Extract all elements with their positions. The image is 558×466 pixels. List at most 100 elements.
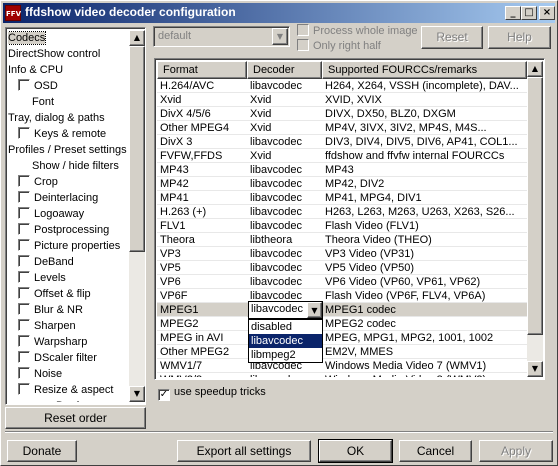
tree-item-checkbox[interactable]: [18, 127, 30, 139]
tree-item[interactable]: Picture properties: [18, 238, 120, 254]
reset-order-button[interactable]: Reset order: [5, 407, 146, 429]
column-header-format[interactable]: Format: [157, 61, 247, 79]
table-row[interactable]: FLV1 libavcodec Flash Video (FLV1): [157, 219, 527, 233]
tree-item-checkbox[interactable]: [18, 367, 30, 379]
tree-item-checkbox[interactable]: [18, 175, 30, 187]
table-row[interactable]: FVFW,FFDS Xvid ffdshow and ffvfw internal …: [157, 149, 527, 163]
tree-item[interactable]: Offset & flip: [18, 286, 91, 302]
only-right-half-box[interactable]: [297, 39, 309, 51]
tree-item-checkbox[interactable]: [18, 351, 30, 363]
table-row[interactable]: Xvid Xvid XVID, XVIX: [157, 93, 527, 107]
decoder-option[interactable]: libmpeg2: [249, 348, 322, 362]
tree-item[interactable]: DirectShow control: [8, 46, 100, 62]
table-row[interactable]: VP5 libavcodec VP5 Video (VP50): [157, 261, 527, 275]
chevron-down-icon[interactable]: ▼: [272, 28, 288, 45]
table-row[interactable]: MPEG2libavcodecMPEG2 codec: [157, 317, 527, 331]
decoder-option[interactable]: libavcodec: [249, 334, 322, 348]
tree-scroll-down-button[interactable]: ▼: [129, 386, 145, 402]
tree-scroll-thumb[interactable]: [129, 46, 145, 252]
table-row[interactable]: DivX 3 libavcodec DIV3, DIV4, DIV5, DIV6, …: [157, 135, 527, 149]
table-row[interactable]: DivX 4/5/6 Xvid DIVX, DX50, BLZ0, DXGM: [157, 107, 527, 121]
tree-scrollbar[interactable]: ▲ ▼: [129, 30, 145, 402]
only-right-half-checkbox[interactable]: Only right half: [297, 39, 381, 52]
table-row[interactable]: H.263 (+) libavcodec H263, L263, M263, U26…: [157, 205, 527, 219]
tree-item[interactable]: Codecs: [8, 30, 47, 46]
tree-item[interactable]: Crop: [18, 174, 58, 190]
tree-item-checkbox[interactable]: [18, 191, 30, 203]
apply-button[interactable]: Apply: [479, 440, 553, 462]
tree-item[interactable]: Levels: [18, 270, 66, 286]
tree-item[interactable]: Noise: [18, 366, 62, 382]
cancel-button[interactable]: Cancel: [399, 440, 472, 462]
tree-item[interactable]: Sharpen: [18, 318, 76, 334]
tree-item[interactable]: Profiles / Preset settings: [8, 142, 127, 158]
tree-item-checkbox[interactable]: [18, 383, 30, 395]
tree-item-checkbox[interactable]: [18, 239, 30, 251]
tree-item[interactable]: DScaler filter: [18, 350, 97, 366]
settings-tree[interactable]: Codecs DirectShow control Info & CPU OSD Fon…: [5, 27, 146, 405]
table-row[interactable]: MPEG1 MPEG1 codec: [157, 303, 527, 317]
export-all-settings-button[interactable]: Export all settings: [177, 440, 311, 462]
column-header-remarks[interactable]: Supported FOURCCs/remarks: [322, 61, 527, 79]
decoder-dropdown[interactable]: libavcodec ▼: [248, 301, 323, 319]
tree-item[interactable]: Show / hide filters: [32, 158, 119, 174]
table-row[interactable]: Theora libtheora Theora Video (THEO): [157, 233, 527, 247]
tree-item[interactable]: Borders: [56, 398, 95, 402]
tree-item[interactable]: Tray, dialog & paths: [8, 110, 105, 126]
table-row[interactable]: MP42 libavcodec MP42, DIV2: [157, 177, 527, 191]
table-row[interactable]: MP43 libavcodec MP43: [157, 163, 527, 177]
ok-button[interactable]: OK: [318, 439, 393, 463]
tree-scroll-up-button[interactable]: ▲: [129, 30, 145, 46]
table-row[interactable]: Other MPEG4 Xvid MP4V, 3IVX, 3IV2, MP4S, M…: [157, 121, 527, 135]
reset-button[interactable]: Reset: [421, 26, 483, 49]
tree-item-checkbox[interactable]: [18, 303, 30, 315]
tree-item-checkbox[interactable]: [18, 335, 30, 347]
table-row[interactable]: WMV2/8libavcodecWindows Media Video 8 (W…: [157, 373, 527, 377]
speedup-check-box[interactable]: ✓: [158, 389, 170, 401]
codecs-table[interactable]: Format Decoder Supported FOURCCs/remarks…: [154, 58, 545, 380]
table-row[interactable]: VP6 libavcodec VP6 Video (VP60, VP61, VP62…: [157, 275, 527, 289]
table-row[interactable]: H.264/AVC libavcodec H264, X264, VSSH (inc…: [157, 79, 527, 93]
decoder-option[interactable]: disabled: [249, 320, 322, 334]
tree-item[interactable]: Logoaway: [18, 206, 84, 222]
table-row[interactable]: WMV1/7 libavcodec Windows Media Video 7 (W…: [157, 359, 527, 373]
tree-item-checkbox[interactable]: [18, 207, 30, 219]
table-scroll-thumb[interactable]: [527, 77, 543, 335]
table-row[interactable]: VP3 libavcodec VP3 Video (VP31): [157, 247, 527, 261]
tree-item-checkbox[interactable]: [18, 79, 30, 91]
table-row[interactable]: MP41 libavcodec MP41, MPG4, DIV1: [157, 191, 527, 205]
tree-item[interactable]: Resize & aspect: [18, 382, 113, 398]
table-scrollbar[interactable]: ▲ ▼: [527, 61, 543, 377]
title-bar[interactable]: FFV ffdshow video decoder configuration …: [3, 3, 555, 23]
donate-button[interactable]: Donate: [7, 440, 77, 462]
column-header-decoder[interactable]: Decoder: [247, 61, 322, 79]
tree-item-checkbox[interactable]: [18, 271, 30, 283]
table-scroll-down-button[interactable]: ▼: [527, 361, 543, 377]
tree-item[interactable]: Keys & remote: [18, 126, 106, 142]
tree-item-checkbox[interactable]: [18, 255, 30, 267]
table-row[interactable]: Other MPEG2libavcodecEM2V, MMES: [157, 345, 527, 359]
chevron-down-icon[interactable]: ▼: [307, 302, 322, 318]
close-button[interactable]: ×: [539, 6, 555, 20]
table-scroll-up-button[interactable]: ▲: [527, 61, 543, 77]
table-row[interactable]: VP6F libavcodec Flash Video (VP6F, FLV4, V…: [157, 289, 527, 303]
tree-item[interactable]: Blur & NR: [18, 302, 83, 318]
help-button[interactable]: Help: [488, 26, 551, 49]
tree-item-checkbox[interactable]: [18, 287, 30, 299]
tree-item[interactable]: OSD: [18, 78, 58, 94]
process-whole-image-box[interactable]: [297, 24, 309, 36]
tree-item[interactable]: Font: [32, 94, 54, 110]
maximize-button[interactable]: □: [521, 6, 537, 20]
tree-item[interactable]: Deinterlacing: [18, 190, 98, 206]
table-row[interactable]: MPEG in AVIlibavcodecMPEG, MPG1, MPG2, 1…: [157, 331, 527, 345]
process-whole-image-checkbox[interactable]: Process whole image: [297, 24, 418, 37]
tree-item[interactable]: Warpsharp: [18, 334, 87, 350]
use-speedup-tricks-checkbox[interactable]: ✓ use speedup tricks: [158, 386, 266, 401]
preset-combo[interactable]: default ▼: [153, 26, 290, 47]
tree-item[interactable]: Postprocessing: [18, 222, 109, 238]
tree-item-checkbox[interactable]: [18, 223, 30, 235]
minimize-button[interactable]: _: [505, 6, 521, 20]
tree-item[interactable]: DeBand: [18, 254, 74, 270]
tree-item-checkbox[interactable]: [18, 319, 30, 331]
tree-item[interactable]: Info & CPU: [8, 62, 63, 78]
